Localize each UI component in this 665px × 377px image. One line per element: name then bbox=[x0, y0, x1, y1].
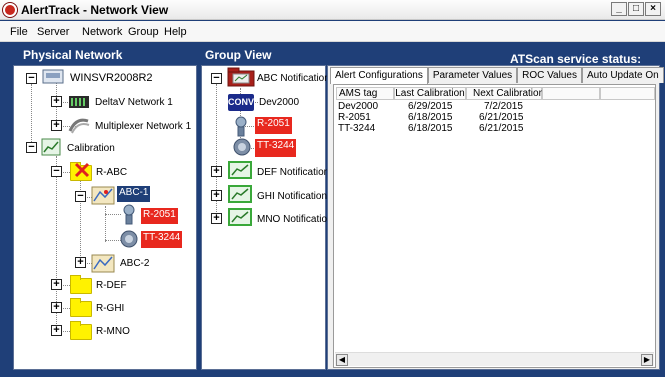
expand-rmno-toggle[interactable]: + bbox=[51, 325, 62, 336]
minimize-button[interactable]: _ bbox=[611, 2, 627, 16]
tree-item-rdef[interactable]: R-DEF bbox=[96, 280, 127, 291]
tab-alert-configurations[interactable]: Alert Configurations bbox=[330, 67, 428, 84]
error-x-icon bbox=[74, 162, 90, 178]
expand-deltav-toggle[interactable]: + bbox=[51, 96, 62, 107]
title-bar[interactable]: AlertTrack - Network View _ □ × bbox=[0, 0, 665, 20]
menu-bar: File Server Network Group Help bbox=[0, 21, 665, 42]
tree-item-rghi[interactable]: R-GHI bbox=[96, 303, 124, 314]
table-cell: 6/21/2015 bbox=[479, 112, 524, 123]
conv-badge-icon: CONV bbox=[228, 94, 254, 111]
server-icon bbox=[42, 69, 64, 84]
expand-mno-notification-toggle[interactable]: + bbox=[211, 213, 222, 224]
controller-icon bbox=[69, 96, 89, 108]
notification-folder-icon bbox=[227, 67, 255, 87]
tree-item-rabc[interactable]: R-ABC bbox=[96, 167, 127, 178]
group-def-notification[interactable]: DEF Notification bbox=[257, 167, 329, 178]
multiplexer-icon bbox=[68, 118, 90, 134]
physical-network-tree[interactable]: − WINSVR2008R2 + DeltaV Network 1 + Mult… bbox=[13, 65, 197, 370]
folder-icon bbox=[70, 298, 92, 317]
tree-item-server[interactable]: WINSVR2008R2 bbox=[70, 72, 153, 84]
pressure-transmitter-icon bbox=[123, 204, 135, 225]
group-view-tree[interactable]: − ABC Notification CONV Dev2000 R-2051 T… bbox=[201, 65, 333, 370]
menu-help[interactable]: Help bbox=[164, 26, 187, 38]
column-header-blank bbox=[542, 87, 600, 100]
tab-auto-update[interactable]: Auto Update On bbox=[581, 67, 664, 83]
calibration-icon bbox=[228, 185, 252, 203]
table-cell: 6/18/2015 bbox=[408, 112, 453, 123]
group-mno-notification[interactable]: MNO Notification bbox=[257, 214, 333, 225]
menu-server[interactable]: Server bbox=[37, 26, 69, 38]
area-map-icon bbox=[91, 254, 115, 273]
tree-item-tt3244[interactable]: TT-3244 bbox=[141, 231, 183, 248]
menu-file[interactable]: File bbox=[10, 26, 28, 38]
expand-ghi-notification-toggle[interactable]: + bbox=[211, 190, 222, 201]
window-controls: _ □ × bbox=[610, 2, 661, 16]
table-cell[interactable]: TT-3244 bbox=[338, 123, 375, 134]
expand-calibration-toggle[interactable]: − bbox=[26, 142, 37, 153]
table-cell[interactable]: Dev2000 bbox=[338, 101, 378, 112]
tree-item-rmno[interactable]: R-MNO bbox=[96, 326, 130, 337]
group-item-tt3244[interactable]: TT-3244 bbox=[255, 139, 297, 157]
expand-rabc-toggle[interactable]: − bbox=[51, 166, 62, 177]
tree-item-abc1[interactable]: ABC-1 bbox=[117, 186, 151, 202]
scroll-right-button[interactable]: ▶ bbox=[641, 354, 653, 366]
app-logo-icon bbox=[3, 3, 17, 17]
expand-abc1-toggle[interactable]: − bbox=[75, 191, 86, 202]
temperature-transmitter-icon bbox=[233, 138, 251, 156]
scroll-left-button[interactable]: ◀ bbox=[336, 354, 348, 366]
expand-rghi-toggle[interactable]: + bbox=[51, 302, 62, 313]
close-button[interactable]: × bbox=[645, 2, 661, 16]
pressure-transmitter-icon bbox=[235, 116, 247, 137]
table-cell: 7/2/2015 bbox=[484, 101, 523, 112]
tree-item-multiplexer[interactable]: Multiplexer Network 1 bbox=[95, 121, 191, 132]
group-item-r2051[interactable]: R-2051 bbox=[255, 117, 292, 134]
menu-group[interactable]: Group bbox=[128, 26, 159, 38]
temperature-transmitter-icon bbox=[120, 230, 138, 248]
window-title: AlertTrack - Network View bbox=[21, 3, 169, 17]
column-header-last-calibration[interactable]: Last Calibration bbox=[394, 87, 466, 100]
alert-configurations-table[interactable]: AMS tag Last Calibration Next Calibratio… bbox=[333, 84, 656, 368]
tab-parameter-values[interactable]: Parameter Values bbox=[427, 67, 518, 83]
group-ghi-notification[interactable]: GHI Notification bbox=[257, 191, 327, 202]
group-abc-notification[interactable]: ABC Notification bbox=[257, 73, 330, 84]
table-cell[interactable]: R-2051 bbox=[338, 112, 371, 123]
column-header-blank bbox=[600, 87, 655, 100]
column-header-next-calibration[interactable]: Next Calibration bbox=[466, 87, 544, 100]
column-header-ams-tag[interactable]: AMS tag bbox=[336, 87, 394, 100]
calibration-icon bbox=[228, 208, 252, 226]
calibration-icon bbox=[228, 161, 252, 179]
horizontal-scrollbar[interactable]: ◀ ▶ bbox=[335, 352, 654, 366]
expand-server-toggle[interactable]: − bbox=[26, 73, 37, 84]
folder-icon bbox=[70, 275, 92, 294]
expand-rdef-toggle[interactable]: + bbox=[51, 279, 62, 290]
expand-def-notification-toggle[interactable]: + bbox=[211, 166, 222, 177]
expand-abc-notification-toggle[interactable]: − bbox=[211, 73, 222, 84]
detail-tabs: Alert Configurations Parameter Values RO… bbox=[330, 67, 664, 84]
tree-item-deltav[interactable]: DeltaV Network 1 bbox=[95, 97, 173, 108]
tab-roc-values[interactable]: ROC Values bbox=[517, 67, 582, 83]
maximize-button[interactable]: □ bbox=[628, 2, 644, 16]
tree-item-abc2[interactable]: ABC-2 bbox=[120, 258, 149, 269]
table-cell: 6/21/2015 bbox=[479, 123, 524, 134]
tree-item-calibration[interactable]: Calibration bbox=[67, 143, 115, 154]
calibration-icon bbox=[41, 138, 61, 156]
table-cell: 6/18/2015 bbox=[408, 123, 453, 134]
tree-item-r2051[interactable]: R-2051 bbox=[141, 208, 178, 224]
expand-abc2-toggle[interactable]: + bbox=[75, 257, 86, 268]
menu-network[interactable]: Network bbox=[82, 26, 122, 38]
area-map-icon bbox=[91, 186, 115, 205]
expand-multiplexer-toggle[interactable]: + bbox=[51, 120, 62, 131]
group-item-dev2000[interactable]: Dev2000 bbox=[259, 97, 299, 108]
app-window: AlertTrack - Network View _ □ × File Ser… bbox=[0, 0, 665, 377]
folder-icon bbox=[70, 321, 92, 340]
table-cell: 6/29/2015 bbox=[408, 101, 453, 112]
